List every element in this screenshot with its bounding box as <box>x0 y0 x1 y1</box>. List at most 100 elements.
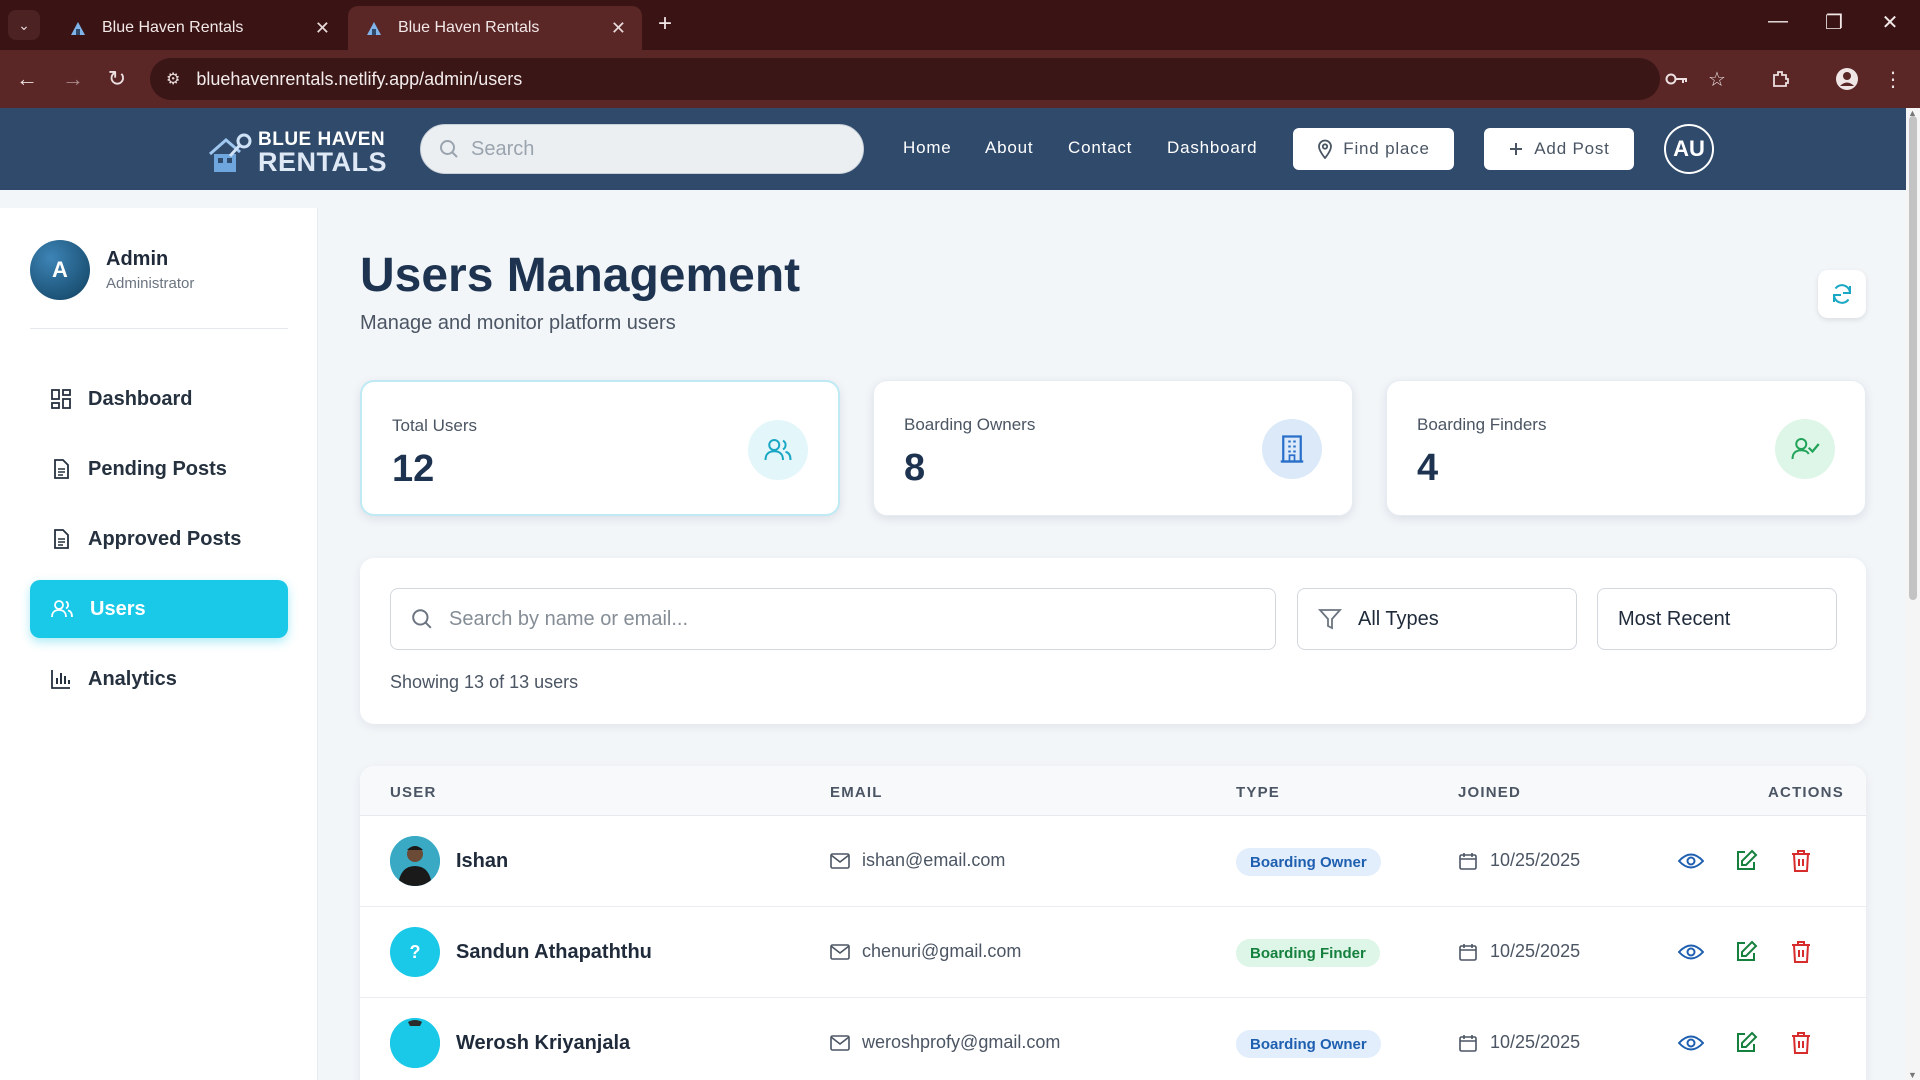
divider <box>30 328 288 329</box>
user-type-badge: Boarding Finder <box>1236 939 1380 967</box>
close-tab-icon[interactable]: ✕ <box>611 18 626 39</box>
user-search-field[interactable] <box>390 588 1276 650</box>
back-icon[interactable]: ← <box>10 62 44 96</box>
sidebar-item-users[interactable]: Users <box>30 580 288 638</box>
search-icon <box>412 609 432 629</box>
user-avatar-photo <box>390 1018 440 1068</box>
user-name: Ishan <box>456 850 509 872</box>
sidebar-item-label: Analytics <box>88 667 177 690</box>
address-bar[interactable]: ⚙ bluehavenrentals.netlify.app/admin/use… <box>150 58 1660 100</box>
sidebar-item-dashboard[interactable]: Dashboard <box>30 370 288 428</box>
nav-contact[interactable]: Contact <box>1068 138 1132 158</box>
key-icon[interactable] <box>1660 62 1694 96</box>
edit-icon[interactable] <box>1731 937 1761 967</box>
refresh-button[interactable] <box>1818 270 1866 318</box>
user-email: ishan@email.com <box>830 850 1005 871</box>
reload-icon[interactable]: ↻ <box>100 62 134 96</box>
stat-label: Boarding Finders <box>1417 415 1547 434</box>
site-header: BLUE HAVEN RENTALS Home About Contact Da… <box>0 108 1906 190</box>
view-icon[interactable] <box>1676 937 1706 967</box>
edit-icon[interactable] <box>1731 846 1761 876</box>
user-email-text: ishan@email.com <box>862 850 1006 870</box>
logo-house-icon <box>209 133 252 172</box>
tab-title: Blue Haven Rentals <box>398 19 540 36</box>
document-icon <box>50 458 72 480</box>
user-joined-text: 10/25/2025 <box>1490 850 1581 870</box>
column-header-type: TYPE <box>1236 784 1280 801</box>
document-icon <box>50 528 72 550</box>
type-filter-select[interactable]: All Types <box>1297 588 1577 650</box>
delete-icon[interactable] <box>1786 937 1816 967</box>
building-icon <box>1262 419 1322 479</box>
find-place-button[interactable]: Find place <box>1293 128 1454 170</box>
stat-card-boarding-owners: Boarding Owners 8 <box>873 380 1353 516</box>
edit-icon[interactable] <box>1731 1028 1761 1058</box>
restore-icon[interactable]: ❐ <box>1814 10 1854 35</box>
stat-value: 12 <box>392 448 435 490</box>
type-filter-value: All Types <box>1358 607 1439 630</box>
user-search-input[interactable] <box>449 607 1249 631</box>
users-icon <box>50 598 74 620</box>
close-tab-icon[interactable]: ✕ <box>315 18 330 39</box>
user-joined-text: 10/25/2025 <box>1490 941 1581 961</box>
sidebar-item-pending-posts[interactable]: Pending Posts <box>30 440 288 498</box>
user-joined: 10/25/2025 <box>1458 941 1580 962</box>
view-icon[interactable] <box>1676 846 1706 876</box>
sidebar-item-analytics[interactable]: Analytics <box>30 650 288 708</box>
site-logo[interactable]: BLUE HAVEN RENTALS <box>206 130 387 176</box>
sort-select[interactable]: Most Recent <box>1597 588 1837 650</box>
admin-role: Administrator <box>106 275 195 292</box>
user-avatar[interactable]: AU <box>1664 124 1714 174</box>
site-info-icon[interactable]: ⚙ <box>166 69 180 89</box>
nav-dashboard[interactable]: Dashboard <box>1167 138 1257 158</box>
nav-about[interactable]: About <box>985 138 1033 158</box>
sidebar-item-label: Users <box>90 597 146 620</box>
column-header-actions: ACTIONS <box>1768 784 1844 801</box>
bookmark-star-icon[interactable]: ☆ <box>1700 62 1734 96</box>
minimize-icon[interactable]: — <box>1758 10 1798 33</box>
map-pin-icon <box>1317 139 1333 159</box>
search-icon <box>440 140 458 158</box>
profile-icon[interactable] <box>1830 62 1864 96</box>
plus-icon <box>1508 141 1524 157</box>
bar-chart-icon <box>50 668 72 690</box>
admin-name: Admin <box>106 248 169 270</box>
extensions-icon[interactable] <box>1764 62 1798 96</box>
tab-search-button[interactable]: ⌄ <box>8 10 40 40</box>
add-post-button[interactable]: Add Post <box>1484 128 1634 170</box>
column-header-user: USER <box>390 784 437 801</box>
nav-home[interactable]: Home <box>903 138 952 158</box>
filter-panel: All Types Most Recent Showing 13 of 13 u… <box>360 558 1866 724</box>
filter-icon <box>1318 608 1342 630</box>
stat-value: 4 <box>1417 447 1439 489</box>
forward-icon[interactable]: → <box>56 62 90 96</box>
user-email: chenuri@gmail.com <box>830 941 1021 962</box>
user-avatar-placeholder: ? <box>390 927 440 977</box>
user-joined: 10/25/2025 <box>1458 1032 1580 1053</box>
close-window-icon[interactable]: ✕ <box>1870 10 1910 35</box>
browser-tab[interactable]: Blue Haven Rentals ✕ <box>52 6 346 50</box>
scroll-down-icon[interactable]: ▼ <box>1908 1070 1917 1080</box>
browser-toolbar: ← → ↻ ⚙ bluehavenrentals.netlify.app/adm… <box>0 50 1920 108</box>
site-search-input[interactable] <box>471 137 831 161</box>
scrollbar-thumb[interactable] <box>1909 116 1917 600</box>
browser-tab-active[interactable]: Blue Haven Rentals ✕ <box>348 6 642 50</box>
sidebar-item-approved-posts[interactable]: Approved Posts <box>30 510 288 568</box>
table-row[interactable]: ? Sandun Athapaththu chenuri@gmail.com B… <box>360 907 1866 998</box>
table-row[interactable]: Werosh Kriyanjala weroshprofy@gmail.com … <box>360 998 1866 1080</box>
browser-tab-bar: ⌄ Blue Haven Rentals ✕ Blue Haven Rental… <box>0 0 1920 50</box>
stat-value: 8 <box>904 447 926 489</box>
site-search[interactable] <box>420 124 864 174</box>
user-name: Werosh Kriyanjala <box>456 1032 631 1054</box>
calendar-icon <box>1458 1033 1478 1053</box>
browser-menu-icon[interactable]: ⋮ <box>1876 62 1910 96</box>
user-email: weroshprofy@gmail.com <box>830 1032 1060 1053</box>
table-row[interactable]: Ishan ishan@email.com Boarding Owner 10/… <box>360 816 1866 907</box>
view-icon[interactable] <box>1676 1028 1706 1058</box>
admin-avatar: A <box>30 240 90 300</box>
new-tab-button[interactable]: + <box>652 12 678 38</box>
delete-icon[interactable] <box>1786 1028 1816 1058</box>
delete-icon[interactable] <box>1786 846 1816 876</box>
site-favicon-icon <box>68 18 88 38</box>
page-scrollbar[interactable]: ▲ ▼ <box>1906 108 1920 1080</box>
